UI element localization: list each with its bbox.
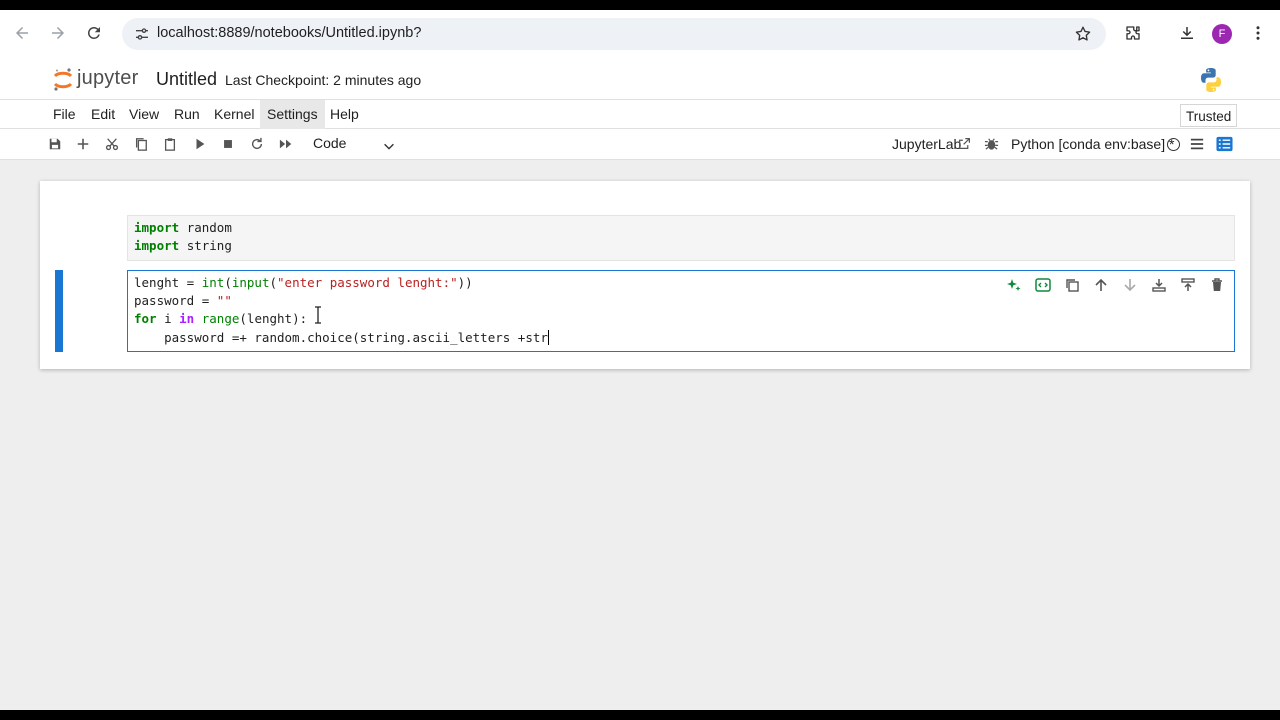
paste-icon[interactable]: [161, 135, 179, 153]
menu-settings[interactable]: Settings: [260, 100, 325, 129]
insert-above-icon[interactable]: [1178, 275, 1198, 295]
download-icon[interactable]: [1176, 22, 1198, 44]
menu-bar: File Edit View Run Kernel Settings Help …: [0, 100, 1280, 129]
site-info-icon[interactable]: [134, 26, 150, 42]
jupyter-logo-text[interactable]: jupyter: [77, 67, 138, 90]
table-of-contents-icon[interactable]: [1216, 136, 1233, 152]
menu-help[interactable]: Help: [323, 100, 366, 129]
more-vert-icon[interactable]: [1247, 22, 1269, 44]
insert-below-icon[interactable]: [1149, 275, 1169, 295]
code-view-icon[interactable]: [1033, 275, 1053, 295]
notebook-toolbar: Code JupyterLab Python [conda env:base] …: [0, 129, 1280, 160]
avatar[interactable]: F: [1212, 24, 1232, 44]
notebook-title[interactable]: Untitled: [156, 69, 217, 90]
restart-icon[interactable]: [248, 135, 266, 153]
module-token: string: [186, 238, 232, 254]
reload-icon[interactable]: [83, 22, 105, 44]
ibeam-cursor-icon: [315, 306, 321, 324]
run-icon[interactable]: [191, 135, 209, 153]
trusted-indicator[interactable]: Trusted: [1180, 104, 1238, 127]
address-bar[interactable]: localhost:8889/notebooks/Untitled.ipynb?: [122, 18, 1106, 50]
debugger-bug-icon[interactable]: [984, 136, 999, 151]
jupyterlab-link[interactable]: JupyterLab: [892, 136, 961, 152]
forward-arrow-icon[interactable]: [47, 22, 69, 44]
keyword-token: import: [134, 220, 180, 235]
chevron-down-icon[interactable]: [382, 139, 396, 153]
menu-view[interactable]: View: [122, 100, 166, 129]
code-line: for i in range(lenght):: [134, 311, 308, 327]
stop-icon[interactable]: [219, 135, 237, 153]
keyword-token: import: [134, 238, 180, 254]
kernel-name[interactable]: Python [conda env:base] *: [1011, 136, 1174, 152]
notebook-panel: [1]: import randomimport string [ ]: len…: [40, 181, 1250, 369]
save-icon[interactable]: [46, 135, 64, 153]
kernel-status-icon: [1167, 138, 1180, 151]
python-logo-icon: [1201, 68, 1221, 92]
url-text[interactable]: localhost:8889/notebooks/Untitled.ipynb?: [157, 25, 421, 41]
hamburger-menu-icon[interactable]: [1190, 137, 1204, 151]
cut-icon[interactable]: [103, 135, 121, 153]
menu-file[interactable]: File: [46, 100, 83, 129]
cell-type-select[interactable]: Code: [313, 135, 346, 151]
extensions-icon[interactable]: [1122, 22, 1144, 44]
code-line: import string: [134, 237, 1228, 255]
browser-toolbar: localhost:8889/notebooks/Untitled.ipynb?…: [0, 10, 1280, 58]
add-cell-icon[interactable]: [74, 135, 92, 153]
code-line: import random: [134, 219, 1228, 237]
menu-edit[interactable]: Edit: [84, 100, 122, 129]
copy-icon[interactable]: [132, 135, 150, 153]
cell-editor[interactable]: import random import string: [127, 215, 1235, 261]
screen: localhost:8889/notebooks/Untitled.ipynb?…: [0, 10, 1280, 710]
text-caret: [547, 329, 549, 345]
back-arrow-icon[interactable]: [11, 22, 33, 44]
menu-kernel[interactable]: Kernel: [207, 100, 261, 129]
move-up-icon[interactable]: [1091, 275, 1111, 295]
duplicate-icon[interactable]: [1062, 275, 1082, 295]
ai-sparkle-icon[interactable]: [1004, 275, 1024, 295]
bookmark-star-icon[interactable]: [1074, 25, 1092, 43]
external-link-icon: [959, 138, 970, 149]
move-down-icon[interactable]: [1120, 275, 1140, 295]
module-token: random: [186, 220, 232, 235]
jupyter-logo-icon[interactable]: [53, 67, 73, 93]
fast-forward-icon[interactable]: [277, 135, 295, 153]
active-cell-indicator[interactable]: [55, 270, 63, 352]
code-line: password =+ random.choice(string.ascii_l…: [134, 329, 549, 345]
jupyter-header: jupyter Untitled Last Checkpoint: 2 minu…: [0, 58, 1280, 100]
last-checkpoint: Last Checkpoint: 2 minutes ago: [225, 72, 422, 88]
delete-icon[interactable]: [1207, 275, 1227, 295]
menu-run[interactable]: Run: [167, 100, 207, 129]
